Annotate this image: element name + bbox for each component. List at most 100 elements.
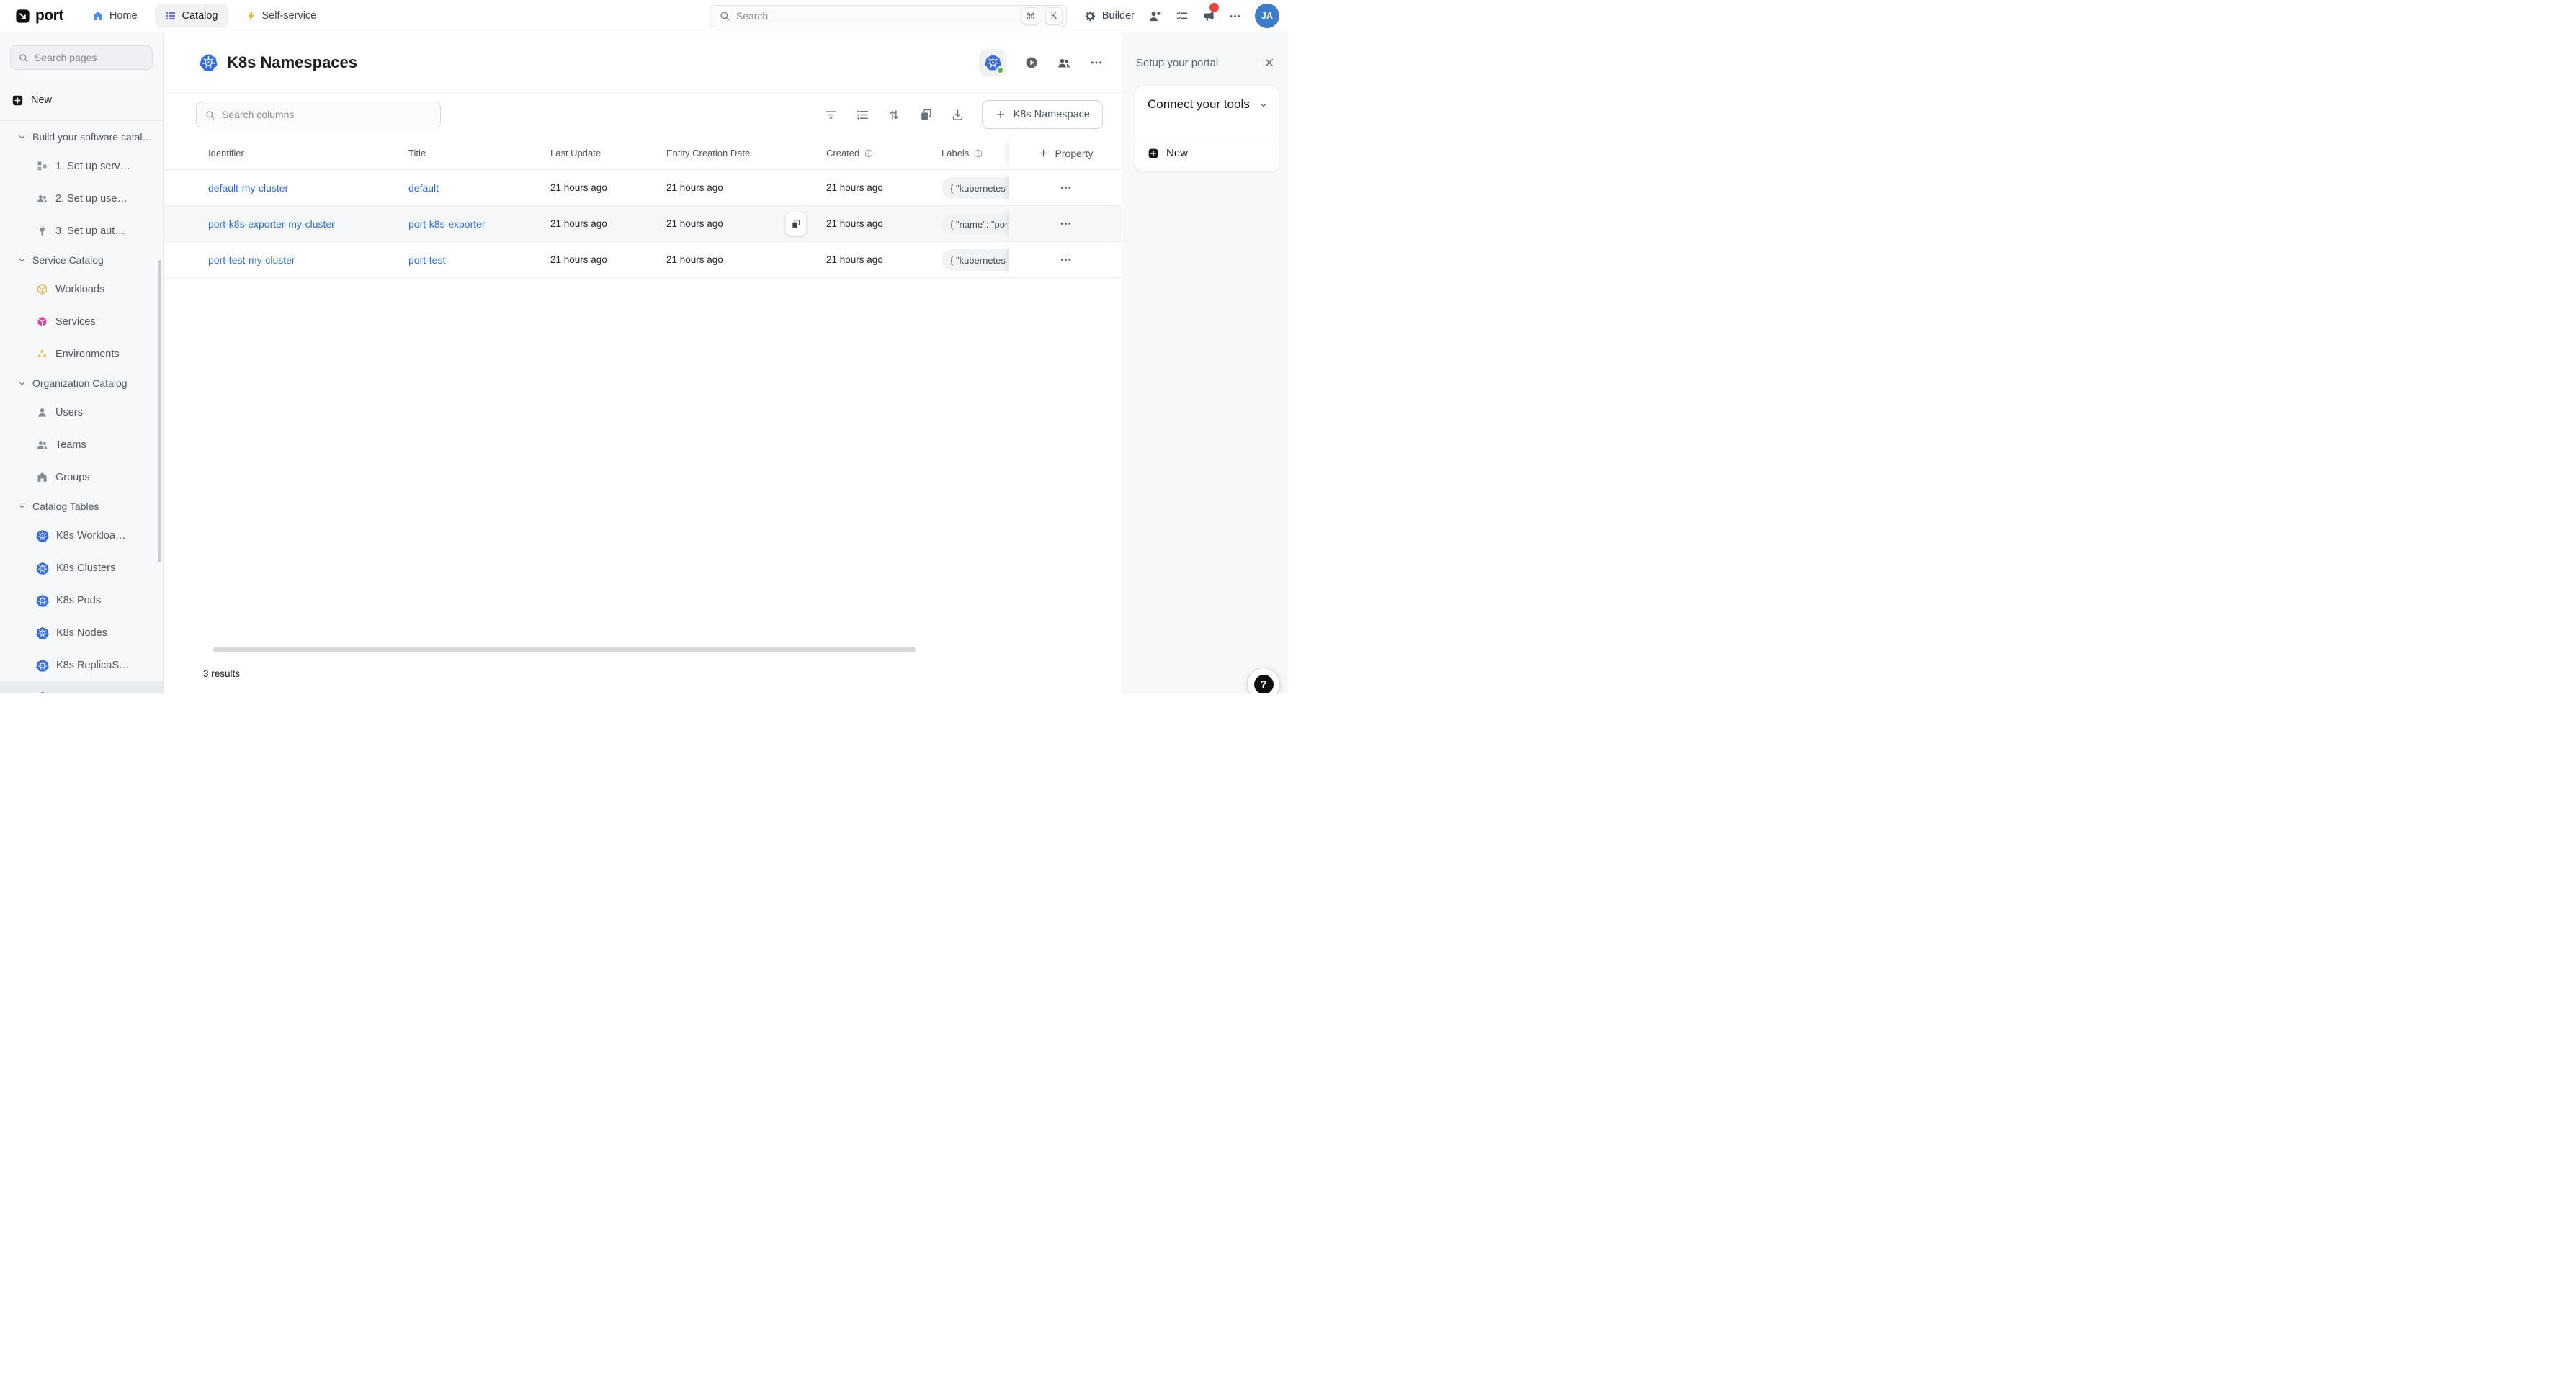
row-title-link[interactable]: default xyxy=(408,170,439,206)
setup-portal-header: Setup your portal xyxy=(1135,32,1279,70)
manage-properties-button[interactable] xyxy=(919,108,933,122)
global-search-input[interactable] xyxy=(736,10,1016,22)
sidebar-item-k8s-pods[interactable]: K8s Pods xyxy=(0,584,163,616)
add-k8s-namespace-button[interactable]: K8s Namespace xyxy=(982,100,1103,129)
row-identifier-link[interactable]: port-k8s-exporter-my-cluster xyxy=(208,206,335,242)
sidebar-section-label: Service Catalog xyxy=(32,254,104,266)
add-property-button[interactable]: Property xyxy=(1038,137,1094,170)
sort-button[interactable] xyxy=(887,108,901,122)
catalog-icon xyxy=(165,10,176,22)
row-menu-button[interactable] xyxy=(1057,179,1075,197)
plug-icon xyxy=(36,225,48,237)
builder-button[interactable]: Builder xyxy=(1084,10,1135,22)
list-icon xyxy=(856,108,869,122)
column-header-labels[interactable]: Labels xyxy=(942,137,983,170)
announcements-button[interactable] xyxy=(1202,9,1215,22)
sidebar-section-service-catalog[interactable]: Service Catalog xyxy=(0,247,163,273)
global-search: ⌘ K xyxy=(710,5,1067,27)
panel-new-button[interactable]: New xyxy=(1135,135,1279,171)
invite-user-button[interactable] xyxy=(1148,9,1162,23)
row-identifier-link[interactable]: default-my-cluster xyxy=(208,170,288,206)
ellipsis-icon xyxy=(1229,10,1241,22)
sidebar-item-workloads[interactable]: Workloads xyxy=(0,273,163,305)
sidebar-item-environments[interactable]: Environments xyxy=(0,338,163,370)
sidebar-item-users[interactable]: Users xyxy=(0,396,163,428)
chevron-down-icon xyxy=(17,133,27,142)
close-panel-button[interactable] xyxy=(1262,55,1276,70)
row-menu-button[interactable] xyxy=(1057,251,1075,269)
sidebar-section-build-catalog[interactable]: Build your software catal… xyxy=(0,124,163,150)
blueprint-status-button[interactable] xyxy=(979,49,1006,76)
sidebar-item-setup-users[interactable]: 2. Set up use… xyxy=(0,182,163,215)
run-action-button[interactable] xyxy=(1025,56,1038,69)
row-menu-button[interactable] xyxy=(1057,215,1075,233)
row-last-update: 21 hours ago xyxy=(550,206,607,242)
nav-item-catalog[interactable]: Catalog xyxy=(155,4,228,28)
port-logo[interactable]: port xyxy=(14,7,63,24)
kubernetes-icon xyxy=(200,53,218,71)
column-header-title[interactable]: Title xyxy=(408,137,426,170)
sidebar-item-k8s-clusters[interactable]: K8s Clusters xyxy=(0,552,163,584)
person-add-icon xyxy=(1148,9,1162,23)
sidebar-item-label: 1. Set up serv… xyxy=(55,161,130,172)
setup-portal-card: Connect your tools New xyxy=(1135,86,1279,171)
sidebar-item-k8s-namespaces[interactable]: K8s Namesp… xyxy=(0,681,163,694)
drag-handle[interactable] xyxy=(22,693,32,694)
sidebar-section-catalog-tables[interactable]: Catalog Tables xyxy=(0,493,163,519)
search-columns-input[interactable] xyxy=(222,109,432,120)
sidebar-item-teams[interactable]: Teams xyxy=(0,428,163,461)
ellipsis-icon xyxy=(1060,181,1072,194)
sidebar-item-k8s-workloads[interactable]: K8s Workloa… xyxy=(0,519,163,552)
group-by-button[interactable] xyxy=(856,108,869,122)
close-icon xyxy=(1264,57,1275,68)
page-more-button[interactable] xyxy=(1090,56,1103,69)
sidebar-item-setup-automations[interactable]: 3. Set up aut… xyxy=(0,215,163,247)
horizontal-scrollbar[interactable] xyxy=(213,647,916,652)
row-title-link[interactable]: port-test xyxy=(408,242,445,278)
search-icon xyxy=(719,10,730,22)
entities-table: Identifier Title Last Update Entity Crea… xyxy=(164,137,1122,278)
checklist-icon xyxy=(1176,9,1189,22)
ellipsis-icon xyxy=(1060,217,1072,230)
avatar[interactable]: JA xyxy=(1255,4,1279,28)
sidebar-item-groups[interactable]: Groups xyxy=(0,461,163,493)
people-icon xyxy=(36,439,48,451)
sidebar-item-menu-button[interactable] xyxy=(145,692,156,694)
row-title-link[interactable]: port-k8s-exporter xyxy=(408,206,486,242)
sidebar-scrollbar[interactable] xyxy=(158,260,161,562)
sort-arrows-icon xyxy=(887,108,901,122)
sidebar-item-label: K8s ReplicaS… xyxy=(56,660,130,671)
sidebar-item-k8s-replicasets[interactable]: K8s ReplicaS… xyxy=(0,649,163,681)
sidebar-item-setup-service[interactable]: 1. Set up serv… xyxy=(0,150,163,182)
table-row[interactable]: default-my-cluster default 21 hours ago … xyxy=(164,170,1122,206)
audience-button[interactable] xyxy=(1057,55,1071,70)
connect-tools-section[interactable]: Connect your tools xyxy=(1135,86,1279,135)
column-header-created[interactable]: Created xyxy=(826,137,874,170)
sidebar-section-label: Catalog Tables xyxy=(32,501,99,512)
sidebar-top: New xyxy=(0,32,163,121)
cmd-key: ⌘ xyxy=(1021,7,1039,24)
column-header-entity-creation-date[interactable]: Entity Creation Date xyxy=(666,137,750,170)
more-menu-button[interactable] xyxy=(1229,10,1241,22)
export-button[interactable] xyxy=(951,108,965,122)
sidebar-section-organization-catalog[interactable]: Organization Catalog xyxy=(0,370,163,396)
copy-value-button[interactable] xyxy=(785,212,807,236)
row-identifier-link[interactable]: port-test-my-cluster xyxy=(208,242,295,278)
sidebar-new-button[interactable]: New xyxy=(0,89,163,112)
download-icon xyxy=(951,108,965,122)
column-header-identifier[interactable]: Identifier xyxy=(208,137,244,170)
sidebar-item-k8s-nodes[interactable]: K8s Nodes xyxy=(0,616,163,649)
sidebar-item-services[interactable]: Services xyxy=(0,305,163,338)
toolbar-icons xyxy=(824,108,965,122)
filter-button[interactable] xyxy=(824,108,838,122)
column-header-last-update[interactable]: Last Update xyxy=(550,137,601,170)
sidebar-item-label: 2. Set up use… xyxy=(55,193,128,205)
nav-item-home[interactable]: Home xyxy=(82,4,148,28)
table-row[interactable]: port-k8s-exporter-my-cluster port-k8s-ex… xyxy=(164,206,1122,242)
row-entity-creation-date: 21 hours ago xyxy=(666,242,723,278)
row-actions xyxy=(1009,242,1122,277)
checklist-button[interactable] xyxy=(1176,9,1189,22)
table-row[interactable]: port-test-my-cluster port-test 21 hours … xyxy=(164,242,1122,278)
sidebar-search-input[interactable] xyxy=(35,52,145,63)
nav-item-self-service[interactable]: Self-service xyxy=(236,4,327,28)
